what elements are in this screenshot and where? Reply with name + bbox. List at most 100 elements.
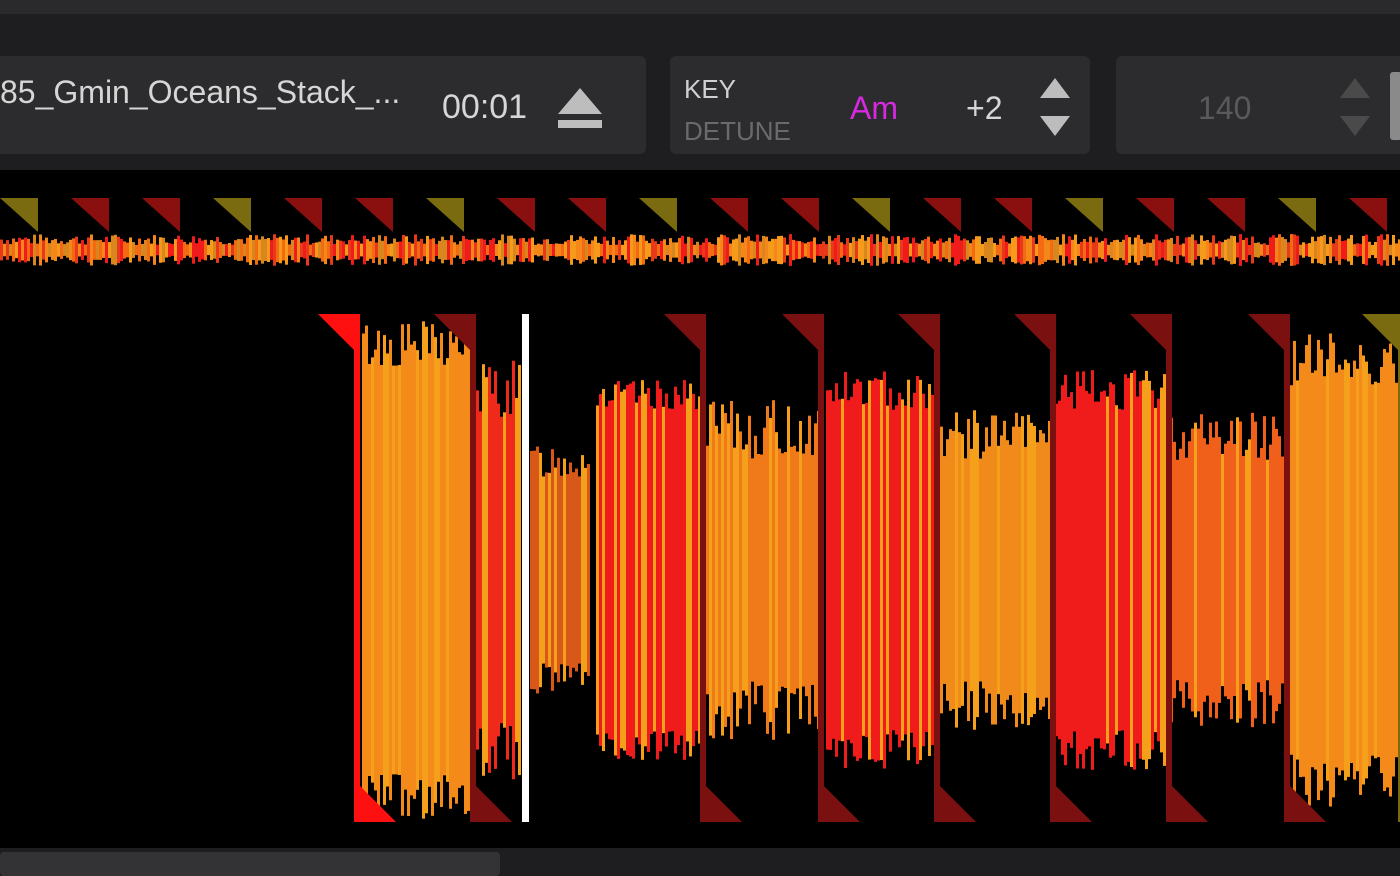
bpm-fader-edge[interactable]	[1390, 72, 1400, 140]
waveform-bar	[551, 449, 554, 691]
overview-bar	[1362, 235, 1365, 265]
waveform-bar	[1058, 400, 1061, 740]
beat-marker-bottom	[470, 780, 512, 822]
waveform-bar	[919, 379, 922, 761]
waveform-bar	[1045, 442, 1048, 698]
waveform-bar	[632, 381, 635, 759]
overview-bar	[1170, 237, 1173, 263]
beat-marker-bottom	[934, 780, 976, 822]
track-name[interactable]: 85_Gmin_Oceans_Stack_...	[0, 74, 420, 111]
key-label: KEY	[684, 74, 737, 104]
overview-beat-marker	[284, 198, 322, 232]
overview-bar	[1137, 234, 1140, 266]
waveform-bar	[1335, 372, 1338, 768]
overview-bar	[987, 237, 990, 263]
overview-bar	[1059, 244, 1062, 256]
overview-bar	[384, 236, 387, 264]
overview-bar	[948, 237, 951, 263]
waveform-bar	[557, 457, 560, 683]
overview-bar	[1395, 243, 1398, 257]
waveform-bar	[1293, 340, 1296, 800]
waveform-bar	[1326, 359, 1329, 781]
overview-bar	[135, 244, 138, 256]
overview-bar	[846, 237, 849, 263]
waveform-bar	[389, 339, 392, 801]
key-down-button[interactable]	[1038, 114, 1072, 143]
waveform-bar	[662, 406, 665, 734]
overview-bar	[483, 239, 486, 261]
waveform-bar	[982, 451, 985, 689]
bpm-down-button[interactable]	[1338, 114, 1372, 143]
waveform-bar	[467, 329, 470, 811]
eject-button[interactable]	[556, 86, 604, 137]
waveform-bar	[422, 321, 425, 819]
scrollbar-thumb[interactable]	[0, 852, 500, 876]
overview-bar	[363, 235, 366, 265]
overview-bar	[78, 243, 81, 257]
overview-bar	[471, 239, 474, 261]
waveform-bar	[695, 409, 698, 731]
overview-bar	[507, 235, 510, 265]
overview-bar	[810, 241, 813, 259]
overview-bar	[339, 240, 342, 260]
waveform-bar	[1154, 407, 1157, 733]
waveform-bar	[1085, 390, 1088, 750]
waveform-bar	[1308, 334, 1311, 806]
overview-bar	[465, 239, 468, 261]
overview-bar	[867, 237, 870, 263]
waveform-bar	[368, 363, 371, 777]
waveform-bar	[730, 400, 733, 740]
waveform-bar	[793, 445, 796, 695]
overview-bar	[192, 236, 195, 264]
waveform-bar	[901, 399, 904, 741]
overview-bar	[1248, 244, 1251, 256]
waveform-bar	[674, 386, 677, 754]
overview-bar	[159, 237, 162, 263]
waveform-bar	[626, 384, 629, 756]
overview-bar	[453, 242, 456, 258]
waveform-bar	[575, 468, 578, 672]
overview-bar	[858, 238, 861, 262]
waveform-overview[interactable]	[0, 190, 1400, 280]
waveform-bar	[1323, 376, 1326, 764]
overview-bar	[666, 244, 669, 256]
overview-bar	[600, 243, 603, 257]
waveform-bar	[1254, 421, 1257, 719]
waveform-bar	[958, 432, 961, 708]
overview-bar	[180, 239, 183, 261]
overview-bar	[1305, 243, 1308, 257]
beat-marker-bottom	[818, 780, 860, 822]
overview-bar	[267, 238, 270, 262]
waveform-bar	[745, 444, 748, 696]
waveform-bar	[790, 446, 793, 694]
waveform-bar	[1136, 396, 1139, 744]
waveform-bar	[1266, 459, 1269, 681]
waveform-bar	[1188, 441, 1191, 699]
playhead[interactable]	[522, 314, 529, 822]
bpm-up-button[interactable]	[1338, 76, 1372, 105]
overview-bar	[1071, 239, 1074, 261]
overview-bar	[57, 243, 60, 257]
overview-bar	[675, 242, 678, 258]
waveform-main[interactable]	[0, 300, 1400, 840]
overview-bar	[624, 240, 627, 260]
overview-bar	[1215, 243, 1218, 257]
waveform-bar	[1130, 372, 1133, 768]
waveform-bar	[611, 400, 614, 740]
overview-bar	[315, 242, 318, 258]
overview-bar	[1002, 235, 1005, 265]
waveform-bar	[1182, 432, 1185, 708]
overview-bar	[303, 241, 306, 259]
overview-bar	[585, 239, 588, 261]
waveform-bar	[380, 364, 383, 776]
overview-bar	[3, 243, 6, 257]
waveform-bar	[377, 330, 380, 810]
overview-bar	[714, 244, 717, 256]
overview-bar	[129, 237, 132, 263]
overview-bar	[375, 242, 378, 258]
overview-bar	[324, 235, 327, 265]
overview-bar	[1086, 241, 1089, 259]
waveform-bar	[1296, 380, 1299, 760]
key-up-button[interactable]	[1038, 76, 1072, 105]
waveform-bar	[605, 406, 608, 734]
